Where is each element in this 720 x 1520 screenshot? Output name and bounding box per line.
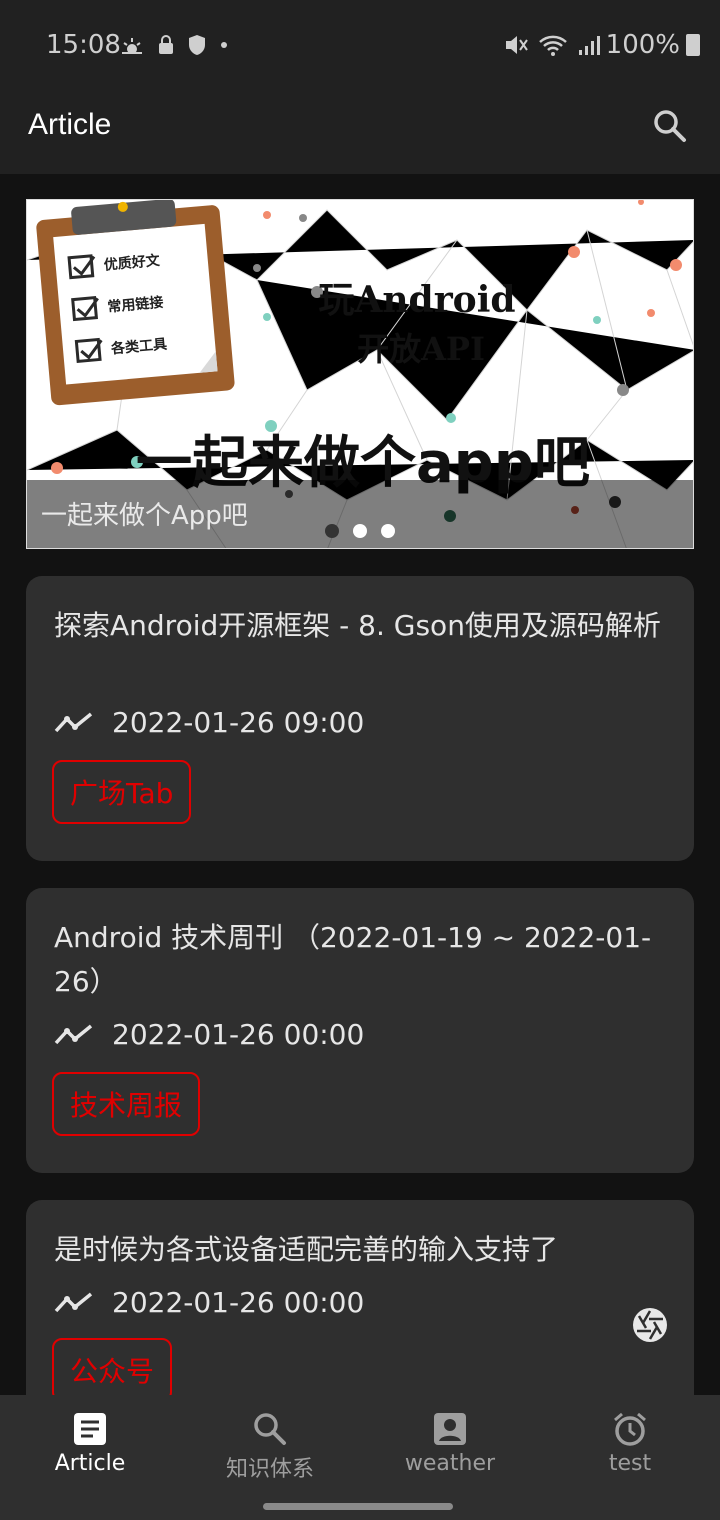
article-date-row: 2022-01-26 09:00	[54, 706, 364, 739]
article-tag[interactable]: 公众号	[52, 1338, 173, 1402]
article-title: 探索Android开源框架 - 8. Gson使用及源码解析	[54, 609, 661, 642]
dot-icon	[221, 42, 227, 48]
article-card[interactable]: Android 技术周刊 （2022-01-19 ~ 2022-01-26） 2…	[26, 888, 694, 1173]
gesture-bar[interactable]	[263, 1503, 453, 1510]
battery-percent: 100%	[605, 30, 680, 60]
status-right-icons	[504, 34, 602, 56]
article-tag[interactable]: 广场Tab	[52, 760, 192, 824]
article-title: Android 技术周刊 （2022-01-19 ~ 2022-01-26）	[54, 921, 652, 998]
weather-icon	[122, 38, 142, 54]
banner-carousel[interactable]: 优质好文 常用链接 各类工具 玩Android 开放API 一起来做个app吧 …	[26, 199, 694, 549]
nav-label: Article	[54, 1451, 126, 1476]
battery-icon	[686, 34, 700, 56]
banner-sub-text: 开放API	[357, 330, 485, 368]
mute-icon	[506, 36, 528, 54]
nav-item-weather[interactable]: weather	[370, 1411, 530, 1476]
signal-icon	[579, 36, 600, 55]
status-left-icons	[120, 34, 228, 56]
search-icon[interactable]	[652, 108, 688, 144]
nav-item-test[interactable]: test	[550, 1411, 710, 1476]
account-box-icon	[434, 1413, 466, 1445]
trending-icon	[54, 1024, 93, 1044]
article-date-row: 2022-01-26 00:00	[54, 1018, 364, 1051]
nav-item-knowledge[interactable]: 知识体系	[190, 1411, 350, 1483]
camera-shutter-icon[interactable]	[632, 1307, 668, 1343]
article-title: 是时候为各式设备适配完善的输入支持了	[54, 1233, 559, 1266]
carousel-dot[interactable]	[381, 524, 395, 538]
wifi-icon	[539, 35, 567, 56]
nav-label: 知识体系	[225, 1457, 314, 1482]
alarm-icon	[614, 1412, 646, 1446]
article-icon	[74, 1413, 106, 1445]
article-card[interactable]: 探索Android开源框架 - 8. Gson使用及源码解析 2022-01-2…	[26, 576, 694, 861]
status-time: 15:08	[46, 30, 121, 60]
carousel-dot[interactable]	[325, 524, 339, 538]
nav-label: test	[608, 1451, 652, 1476]
article-date: 2022-01-26 09:00	[112, 706, 365, 739]
carousel-dot[interactable]	[353, 524, 367, 538]
nav-label: weather	[404, 1451, 496, 1476]
article-date: 2022-01-26 00:00	[112, 1286, 365, 1319]
bottom-navigation: Article 知识体系 weather test	[0, 1395, 720, 1520]
nav-item-article[interactable]: Article	[10, 1411, 170, 1476]
article-date: 2022-01-26 00:00	[112, 1018, 365, 1051]
banner-caption: 一起来做个App吧	[41, 501, 248, 531]
trending-icon	[54, 1292, 93, 1312]
search-icon	[254, 1413, 286, 1445]
app-bar: Article	[0, 90, 720, 174]
shield-icon	[189, 35, 205, 55]
status-bar: 15:08 100%	[0, 0, 720, 90]
banner-main-text: 玩Android	[318, 279, 515, 321]
article-date-row: 2022-01-26 00:00	[54, 1286, 364, 1319]
carousel-indicator	[325, 524, 395, 538]
trending-icon	[54, 712, 93, 732]
article-tag[interactable]: 技术周报	[52, 1072, 201, 1136]
page-title: Article	[28, 108, 112, 141]
lock-icon	[159, 35, 173, 54]
